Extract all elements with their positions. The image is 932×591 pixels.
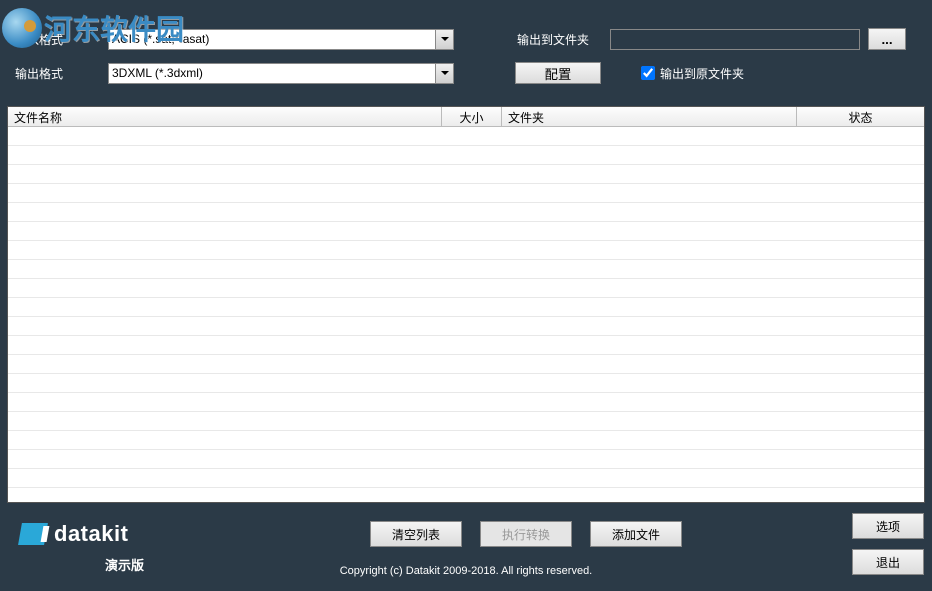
table-row <box>8 146 924 165</box>
output-format-select-wrap: 3DXML (*.3dxml) <box>108 63 454 84</box>
config-button[interactable]: 配置 <box>515 62 601 84</box>
output-format-select[interactable]: 3DXML (*.3dxml) <box>108 63 454 84</box>
table-row <box>8 298 924 317</box>
table-row <box>8 317 924 336</box>
output-format-label: 输出格式 <box>10 65 100 82</box>
logo-block: datakit <box>20 521 128 547</box>
table-row <box>8 469 924 488</box>
logo-text: datakit <box>54 521 128 547</box>
output-folder-input[interactable] <box>610 29 860 50</box>
table-row <box>8 279 924 298</box>
action-buttons: 清空列表 执行转换 添加文件 <box>120 521 932 547</box>
column-header-filename[interactable]: 文件名称 <box>8 107 442 126</box>
table-row <box>8 241 924 260</box>
output-format-row: 输出格式 3DXML (*.3dxml) 配置 输出到原文件夹 <box>10 62 922 84</box>
checkbox-label: 输出到原文件夹 <box>660 65 744 82</box>
watermark-title: 河东软件园 <box>44 8 184 48</box>
watermark-globe-icon <box>2 8 42 48</box>
convert-button[interactable]: 执行转换 <box>480 521 572 547</box>
table-row <box>8 431 924 450</box>
table-row <box>8 355 924 374</box>
output-folder-label: 输出到文件夹 <box>517 31 602 48</box>
datakit-logo-icon <box>18 523 48 545</box>
table-row <box>8 412 924 431</box>
bottom-bar: datakit 演示版 清空列表 执行转换 添加文件 选项 退出 Copyrig… <box>0 503 932 583</box>
output-original-checkbox-input[interactable] <box>641 66 655 80</box>
options-button[interactable]: 选项 <box>852 513 924 539</box>
column-header-size[interactable]: 大小 <box>442 107 502 126</box>
table-row <box>8 393 924 412</box>
table-header: 文件名称 大小 文件夹 状态 <box>8 107 924 127</box>
output-original-folder-checkbox[interactable]: 输出到原文件夹 <box>641 65 744 82</box>
table-row <box>8 374 924 393</box>
column-header-folder[interactable]: 文件夹 <box>502 107 797 126</box>
table-row <box>8 165 924 184</box>
table-row <box>8 203 924 222</box>
table-body[interactable] <box>8 127 924 503</box>
add-file-button[interactable]: 添加文件 <box>590 521 682 547</box>
watermark-overlay: 河东软件园 <box>2 8 184 48</box>
table-row <box>8 127 924 146</box>
file-table: 文件名称 大小 文件夹 状态 <box>7 106 925 503</box>
copyright-text: Copyright (c) Datakit 2009-2018. All rig… <box>0 565 932 577</box>
table-row <box>8 450 924 469</box>
table-row <box>8 488 924 503</box>
table-row <box>8 336 924 355</box>
table-row <box>8 184 924 203</box>
column-header-status[interactable]: 状态 <box>797 107 924 126</box>
table-row <box>8 260 924 279</box>
clear-list-button[interactable]: 清空列表 <box>370 521 462 547</box>
browse-button[interactable]: ... <box>868 28 906 50</box>
table-row <box>8 222 924 241</box>
